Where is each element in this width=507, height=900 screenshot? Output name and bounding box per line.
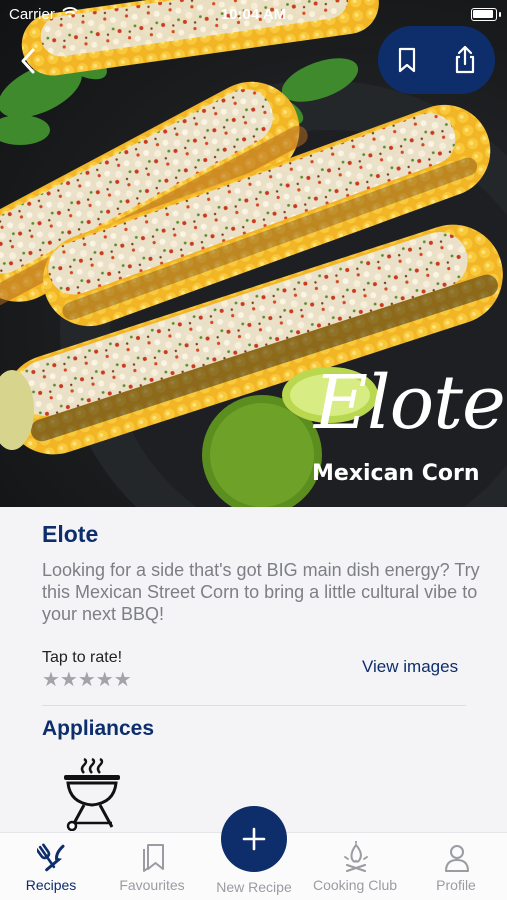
recipe-title: Elote	[42, 521, 99, 547]
tab-label-recipes: Recipes	[25, 877, 77, 893]
status-bar: Carrier 10:04 AM	[0, 6, 507, 24]
appliances-heading: Appliances	[42, 717, 155, 740]
plus-icon	[242, 827, 266, 851]
recipe-hero-image: Elote Mexican Corn Carrier 10:04 AM	[0, 0, 507, 507]
recipe-details: Elote Looking for a side that's got BIG …	[0, 507, 507, 832]
tab-favourites[interactable]: Favourites	[102, 833, 202, 900]
bookmarks-icon	[143, 844, 164, 872]
tab-profile[interactable]: Profile	[406, 833, 506, 900]
divider	[42, 705, 466, 706]
rate-label: Tap to rate!	[42, 649, 123, 666]
campfire-icon	[344, 841, 368, 873]
grill-icon	[64, 757, 120, 831]
fork-knife-icon	[37, 843, 65, 872]
tab-cooking-club[interactable]: Cooking Club	[305, 833, 405, 900]
tab-label-cooking-club: Cooking Club	[312, 877, 398, 893]
battery-icon	[471, 8, 501, 21]
status-time: 10:04 AM	[220, 6, 287, 23]
action-pill	[378, 26, 495, 94]
tab-recipes[interactable]: Recipes	[1, 833, 101, 900]
bookmark-icon	[398, 47, 416, 73]
rating-stars[interactable]: ★★★★★	[42, 667, 132, 692]
tab-label-new-recipe: New Recipe	[216, 879, 292, 895]
view-images-link[interactable]: View images	[362, 657, 458, 677]
hero-overlay-subtitle: Mexican Corn	[312, 461, 480, 486]
person-icon	[445, 845, 469, 872]
bookmark-button[interactable]	[390, 43, 424, 77]
chevron-left-icon	[21, 48, 35, 74]
recipe-description: Looking for a side that's got BIG main d…	[42, 560, 480, 624]
tab-label-profile: Profile	[436, 877, 476, 893]
tab-label-favourites: Favourites	[119, 877, 185, 893]
share-icon	[455, 45, 475, 74]
back-button[interactable]	[14, 44, 44, 78]
share-button[interactable]	[448, 43, 482, 77]
new-recipe-button[interactable]	[221, 806, 287, 872]
hero-overlay-title: Elote	[314, 360, 506, 446]
